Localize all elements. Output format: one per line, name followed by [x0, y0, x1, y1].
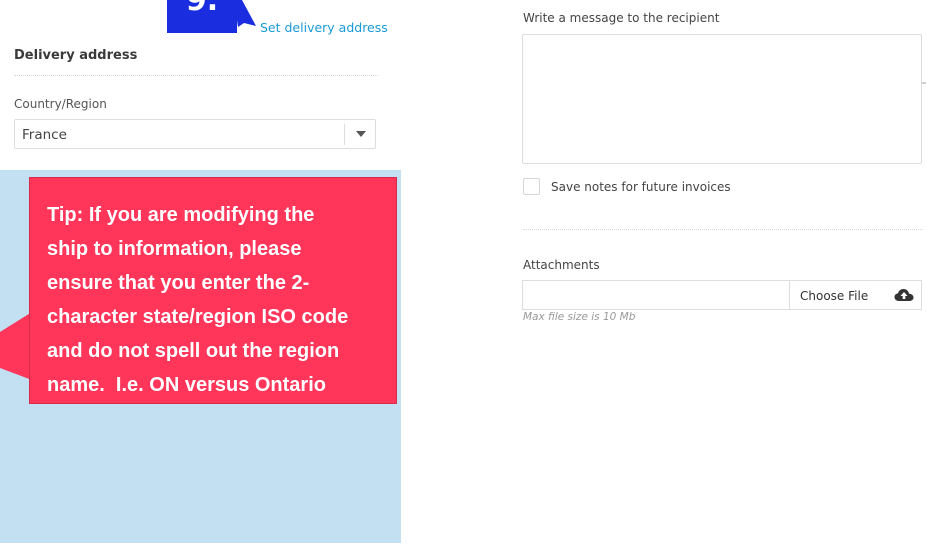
step-number-badge: 9. [167, 0, 237, 33]
file-size-hint: Max file size is 10 Mb [523, 311, 636, 323]
set-delivery-address-link[interactable]: Set delivery address [260, 20, 388, 35]
tip-pointer-icon [0, 312, 32, 380]
chevron-down-icon[interactable] [356, 131, 366, 137]
tip-line: name. I.e. ON versus Ontario [47, 374, 326, 396]
choose-file-button[interactable]: Choose File [789, 280, 922, 310]
section-divider [14, 75, 378, 76]
tip-line: Tip: If you are modifying the [47, 204, 315, 226]
tip-line: ship to information, please [47, 238, 302, 260]
tip-line: character state/region ISO code [47, 306, 349, 328]
attachments-label: Attachments [523, 258, 600, 272]
message-label: Write a message to the recipient [523, 11, 720, 25]
cloud-upload-icon [894, 289, 914, 301]
choose-file-label: Choose File [800, 289, 869, 303]
delivery-address-heading: Delivery address [14, 48, 138, 63]
section-divider [523, 229, 923, 230]
resize-handle [922, 82, 926, 84]
attachment-file-field[interactable] [522, 280, 790, 310]
message-textarea[interactable] [522, 34, 922, 164]
tip-callout: Tip: If you are modifying the ship to in… [29, 177, 397, 404]
country-region-value: France [22, 127, 67, 143]
tip-text: Tip: If you are modifying the ship to in… [47, 198, 392, 402]
country-region-select[interactable]: France [14, 119, 376, 149]
step-arrow-icon [234, 0, 256, 27]
save-notes-label: Save notes for future invoices [551, 180, 731, 194]
tip-line: ensure that you enter the 2- [47, 272, 310, 294]
tip-line: and do not spell out the region [47, 340, 340, 362]
select-separator [344, 124, 345, 145]
country-region-label: Country/Region [14, 97, 107, 111]
save-notes-checkbox[interactable] [523, 178, 540, 195]
